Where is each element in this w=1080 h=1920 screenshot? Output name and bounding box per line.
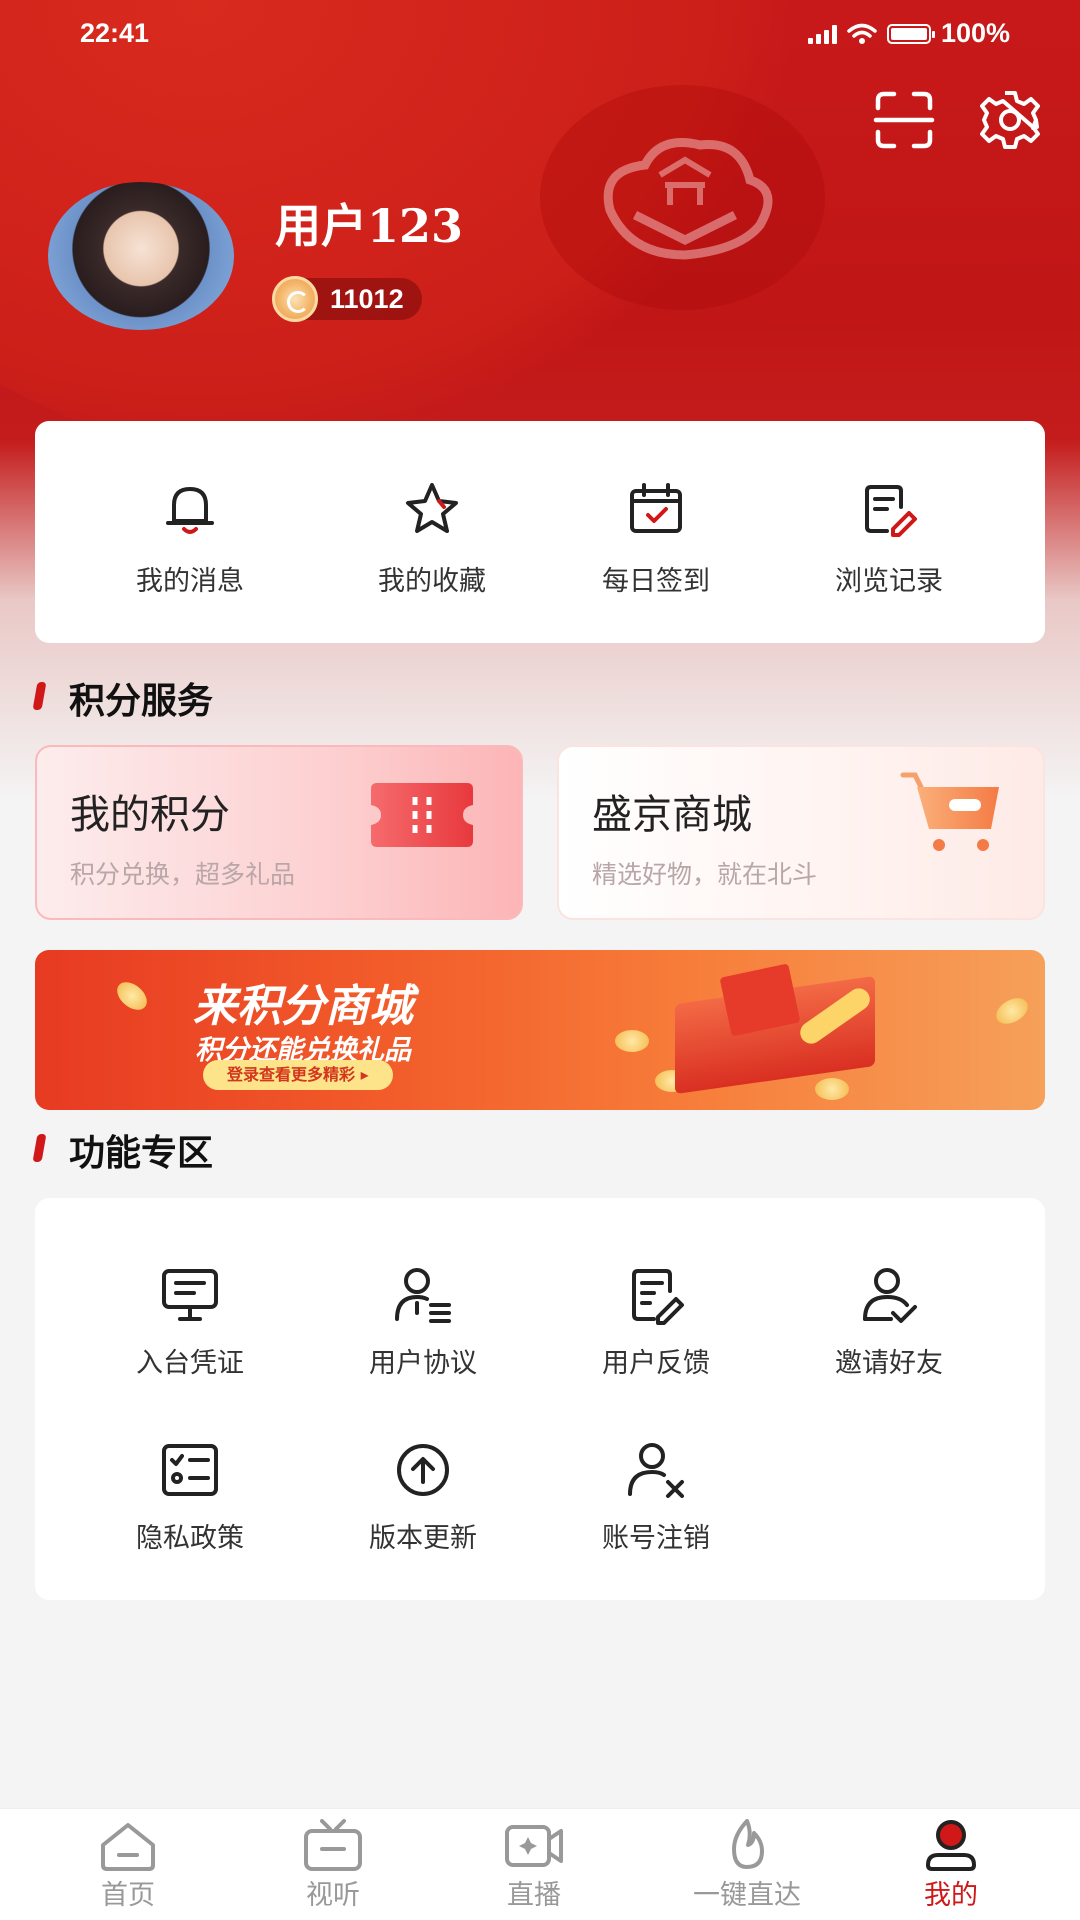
coin-decoration [991, 992, 1033, 1030]
tab-live[interactable]: 直播 [449, 1819, 619, 1912]
tab-mine[interactable]: 我的 [866, 1819, 1036, 1912]
city-emblem-logo [603, 138, 773, 260]
tab-label: 我的 [924, 1880, 978, 1911]
user-agreement-icon [395, 1268, 451, 1323]
tab-home[interactable]: 首页 [43, 1819, 213, 1912]
bottom-tab-bar: 首页 视听 直播 一键直达 我的 [0, 1808, 1080, 1920]
feature-user-agreement[interactable]: 用户协议 [323, 1263, 523, 1380]
coin-decoration [111, 976, 153, 1016]
shengjing-mall-card[interactable]: 盛京商城 精选好物，就在北斗 [557, 745, 1045, 920]
feature-label: 版本更新 [369, 1523, 477, 1554]
quick-action-label: 我的收藏 [378, 566, 486, 597]
tab-label: 一键直达 [693, 1880, 801, 1911]
quick-action-label: 每日签到 [602, 566, 710, 597]
feature-label: 隐私政策 [136, 1523, 244, 1554]
feature-version-update[interactable]: 版本更新 [323, 1438, 523, 1555]
gear-icon[interactable] [978, 88, 1042, 152]
feature-label: 入台凭证 [136, 1348, 244, 1379]
status-time: 22:41 [80, 18, 150, 48]
banner-title: 来积分商城 [193, 981, 413, 1032]
home-icon [101, 1823, 155, 1871]
feature-user-feedback[interactable]: 用户反馈 [556, 1263, 756, 1380]
quick-action-label: 浏览记录 [835, 566, 943, 597]
avatar[interactable] [48, 182, 234, 330]
monitor-icon [162, 1269, 218, 1321]
features-card: 入台凭证 用户协议 用户反馈 邀请好友 隐私政策 版本更新 账号注销 [35, 1198, 1045, 1600]
bell-icon [166, 487, 214, 534]
signal-icon [807, 24, 837, 44]
feature-label: 用户反馈 [602, 1348, 710, 1379]
battery-icon [886, 23, 935, 44]
service-title: 盛京商城 [592, 792, 752, 838]
privacy-list-icon [162, 1444, 218, 1496]
quick-action-label: 我的消息 [136, 566, 244, 597]
ticket-icon [371, 783, 473, 847]
service-subtitle: 精选好物，就在北斗 [592, 860, 818, 889]
points-mall-banner[interactable]: 来积分商城 积分还能兑换礼品 登录查看更多精彩 ▸ [35, 950, 1045, 1110]
feature-label: 邀请好友 [835, 1348, 943, 1379]
feedback-icon [632, 1269, 684, 1325]
wifi-icon [847, 23, 877, 44]
tab-label: 直播 [507, 1880, 561, 1911]
tab-label: 首页 [101, 1880, 155, 1911]
star-icon [406, 483, 458, 533]
tab-audiovisual[interactable]: 视听 [248, 1819, 418, 1912]
username[interactable]: 用户123 [275, 190, 463, 256]
section-title-points-service: 积分服务 [35, 672, 213, 724]
history-edit-icon [865, 485, 917, 537]
section-title-features: 功能专区 [35, 1124, 213, 1176]
my-points-card[interactable]: 我的积分 积分兑换，超多礼品 [35, 745, 523, 920]
quick-action-favorites[interactable]: 我的收藏 [332, 477, 532, 598]
tv-icon [304, 1819, 362, 1871]
coin-decoration [815, 1078, 849, 1100]
invite-user-icon [863, 1268, 917, 1323]
quick-action-checkin[interactable]: 每日签到 [556, 477, 756, 598]
feature-privacy-policy[interactable]: 隐私政策 [90, 1438, 290, 1555]
battery-percent: 100% [940, 18, 1010, 48]
points-badge[interactable]: 11012 [272, 276, 422, 322]
flame-icon [732, 1819, 764, 1869]
banner-login-button[interactable]: 登录查看更多精彩 ▸ [203, 1060, 393, 1090]
quick-action-messages[interactable]: 我的消息 [90, 477, 290, 598]
feature-label: 用户协议 [369, 1348, 477, 1379]
service-subtitle: 积分兑换，超多礼品 [70, 860, 296, 889]
coin-icon [272, 276, 318, 322]
quick-action-history[interactable]: 浏览记录 [789, 477, 989, 598]
status-indicators: 100% [807, 18, 1010, 49]
feature-invite-friends[interactable]: 邀请好友 [789, 1263, 989, 1380]
calendar-check-icon [630, 483, 682, 533]
tab-direct-access[interactable]: 一键直达 [662, 1819, 832, 1912]
service-title: 我的积分 [70, 792, 230, 838]
video-camera-icon [505, 1825, 563, 1867]
scan-icon[interactable] [872, 88, 936, 152]
feature-account-cancel[interactable]: 账号注销 [556, 1438, 756, 1555]
coin-decoration [615, 1030, 649, 1052]
banner-button-label: 登录查看更多精彩 [227, 1065, 356, 1084]
feature-entry-voucher[interactable]: 入台凭证 [90, 1263, 290, 1380]
user-remove-icon [628, 1443, 684, 1498]
points-value: 11012 [330, 284, 404, 314]
quick-actions-card: 我的消息 我的收藏 每日签到 浏览记录 [35, 421, 1045, 643]
feature-label: 账号注销 [602, 1523, 710, 1554]
upload-circle-icon [397, 1444, 449, 1496]
shopping-cart-icon [900, 772, 999, 851]
profile-icon [925, 1820, 977, 1871]
tab-label: 视听 [306, 1880, 360, 1911]
status-bar: 22:41 100% [0, 0, 1080, 70]
